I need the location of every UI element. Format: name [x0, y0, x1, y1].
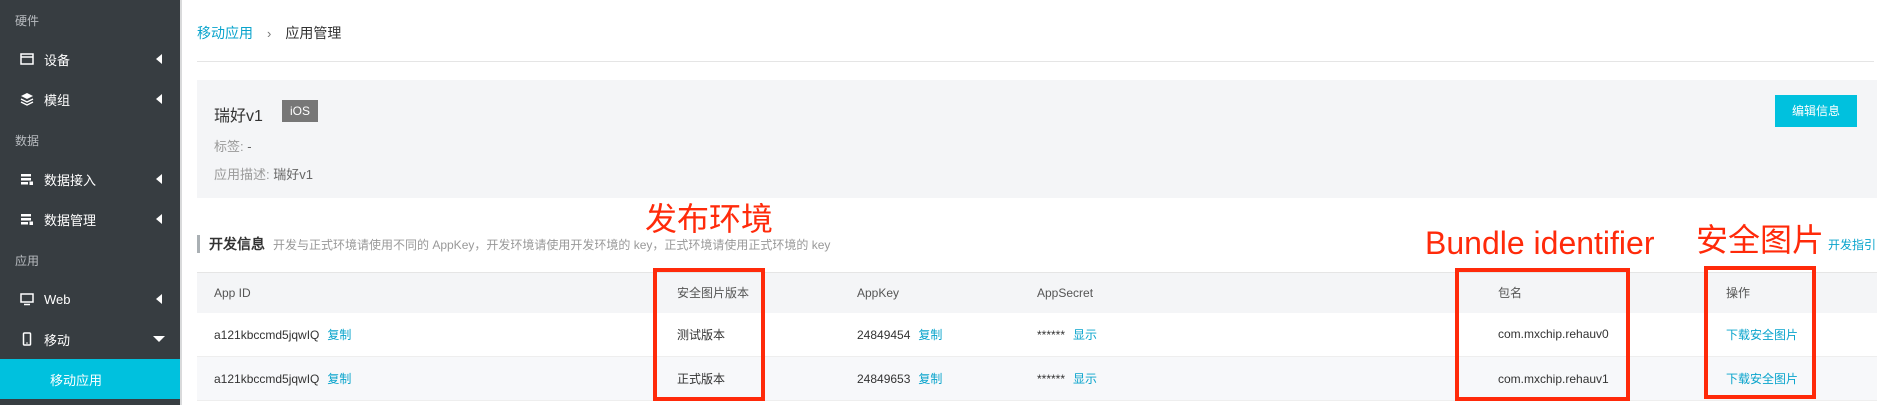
desc-value: 瑞好v1 [273, 167, 313, 182]
section-hardware: 硬件 [15, 14, 40, 28]
dev-info-title: 开发信息 [209, 236, 265, 252]
sidebar-subitem-mobile-app[interactable]: 移动应用 [0, 359, 180, 399]
edit-info-button[interactable]: 编辑信息 [1775, 95, 1857, 127]
chevron-left-icon [156, 214, 162, 224]
sidebar-item-mobile[interactable]: 移动 [0, 319, 180, 359]
col-header-appkey: AppKey [840, 272, 1020, 313]
monitor-icon [20, 292, 34, 306]
annotation-env-label: 发布环境 [645, 201, 774, 237]
device-icon [20, 52, 34, 66]
app-id-value: a121kbccmd5jqwIQ [214, 372, 320, 386]
show-secret-button[interactable]: 显示 [1073, 372, 1097, 386]
sidebar-item-label: 设备 [44, 52, 71, 68]
sidebar: 硬件 设备 模组 数据 数据接入 数据管理 应用 Web 移动 移动应用 [0, 0, 180, 405]
desc-label: 应用描述: [214, 167, 270, 182]
section-app: 应用 [15, 254, 40, 268]
annotation-bundle-label: Bundle identifier [1425, 225, 1655, 261]
app-tag: 标签: - [214, 136, 252, 155]
platform-badge: iOS [282, 100, 319, 122]
sidebar-item-web[interactable]: Web [0, 279, 180, 319]
chevron-left-icon [156, 294, 162, 304]
sidebar-item-data-access[interactable]: 数据接入 [0, 159, 180, 199]
copy-app-id-button[interactable]: 复制 [327, 372, 351, 386]
appsecret-value: ****** [1037, 372, 1066, 386]
tag-value: - [247, 139, 252, 154]
appkey-value: 24849653 [857, 372, 911, 386]
data-manage-icon [20, 212, 34, 226]
app-id-value: a121kbccmd5jqwIQ [214, 327, 320, 342]
sidebar-item-label: 模组 [44, 92, 71, 108]
chevron-left-icon [156, 54, 162, 64]
annotation-image-box [1704, 266, 1816, 399]
chevron-left-icon [156, 94, 162, 104]
dev-info-description: 开发与正式环境请使用不同的 AppKey，开发环境请使用开发环境的 key，正式… [273, 237, 831, 252]
data-access-icon [20, 172, 34, 186]
app-description: 应用描述: 瑞好v1 [214, 164, 313, 183]
copy-appkey-button[interactable]: 复制 [918, 372, 942, 386]
annotation-image-label: 安全图片 [1696, 222, 1825, 258]
sidebar-item-device[interactable]: 设备 [0, 39, 180, 79]
chevron-down-icon [153, 336, 165, 342]
cell-appkey: 24849653 复制 [840, 356, 1020, 401]
sidebar-item-label: 数据接入 [44, 172, 97, 188]
annotation-bundle-box [1455, 268, 1630, 401]
divider [197, 61, 1874, 62]
app-info-panel: 瑞好v1 iOS 标签: - 应用描述: 瑞好v1 编辑信息 [197, 80, 1877, 198]
sidebar-item-label: Web [44, 291, 71, 307]
sidebar-item-label: 移动 [44, 332, 71, 348]
section-data: 数据 [15, 134, 40, 148]
breadcrumb-current: 应用管理 [285, 25, 342, 41]
cell-appkey: 24849454 复制 [840, 312, 1020, 357]
cell-appsecret: ****** 显示 [1020, 312, 1481, 357]
breadcrumb: 移动应用 › 应用管理 [197, 23, 341, 43]
col-header-appsecret: AppSecret [1020, 272, 1481, 313]
dev-guide-link[interactable]: 开发指引 [1828, 236, 1876, 253]
mobile-icon [20, 332, 34, 346]
chevron-left-icon [156, 174, 162, 184]
sidebar-item-label: 数据管理 [44, 212, 97, 228]
app-name: 瑞好v1 [214, 108, 263, 125]
col-header-app-id: App ID [197, 272, 660, 313]
cell-app-id: a121kbccmd5jqwIQ 复制 [197, 312, 660, 357]
show-secret-button[interactable]: 显示 [1073, 328, 1097, 342]
annotation-env-box [653, 268, 765, 401]
copy-app-id-button[interactable]: 复制 [327, 328, 351, 342]
tag-label: 标签: [214, 139, 244, 154]
appkey-value: 24849454 [857, 327, 911, 342]
sidebar-item-data-manage[interactable]: 数据管理 [0, 199, 180, 239]
breadcrumb-separator: › [267, 25, 272, 41]
appsecret-value: ****** [1037, 327, 1066, 342]
dev-info-heading: 开发信息 开发与正式环境请使用不同的 AppKey，开发环境请使用开发环境的 k… [197, 235, 830, 253]
cell-app-id: a121kbccmd5jqwIQ 复制 [197, 356, 660, 401]
breadcrumb-link[interactable]: 移动应用 [197, 23, 253, 43]
module-icon [20, 92, 34, 106]
cell-appsecret: ****** 显示 [1020, 356, 1481, 401]
copy-appkey-button[interactable]: 复制 [918, 328, 942, 342]
sidebar-subitem-label: 移动应用 [50, 372, 103, 388]
main-content: 移动应用 › 应用管理 瑞好v1 iOS 标签: - 应用描述: 瑞好v1 编辑… [182, 0, 1894, 405]
sidebar-item-module[interactable]: 模组 [0, 79, 180, 119]
